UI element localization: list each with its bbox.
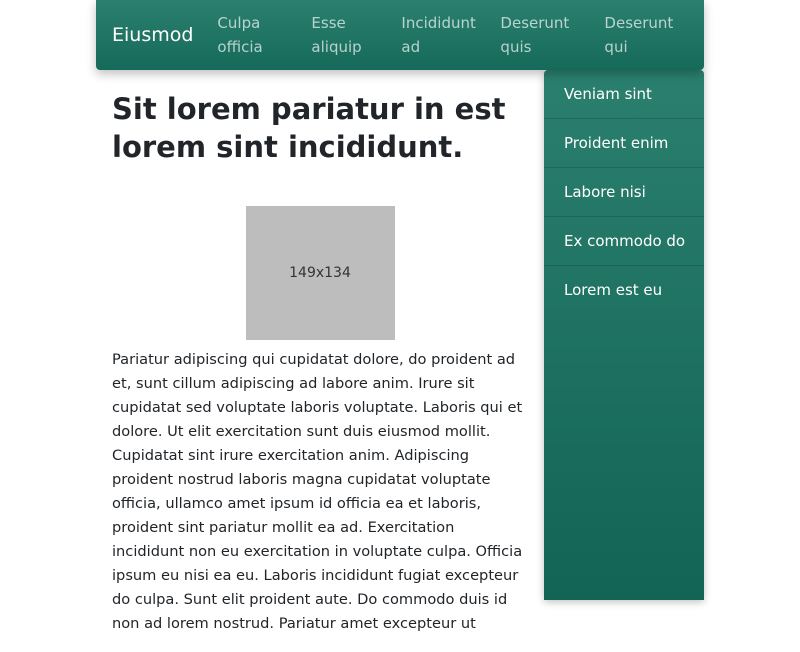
nav-link-esse-aliquip[interactable]: Esse aliquip	[295, 11, 385, 59]
sidebar-item-ex-commodo-do[interactable]: Ex commodo do	[544, 217, 704, 266]
sidebar-item-labore-nisi[interactable]: Labore nisi	[544, 168, 704, 217]
image-container: 149x134	[112, 206, 528, 340]
nav-link-deserunt-qui[interactable]: Deserunt qui	[588, 11, 692, 59]
nav-links: Culpa officia Esse aliquip Incididunt ad…	[201, 0, 692, 70]
brand-link[interactable]: Eiusmod	[112, 24, 193, 46]
sidebar-menu: Veniam sint Proident enim Labore nisi Ex…	[544, 70, 704, 600]
sidebar-item-lorem-est-eu[interactable]: Lorem est eu	[544, 266, 704, 315]
nav-link-incididunt-ad[interactable]: Incididunt ad	[385, 11, 484, 59]
sidebar-item-veniam-sint[interactable]: Veniam sint	[544, 70, 704, 119]
nav-link-deserunt-quis[interactable]: Deserunt quis	[484, 11, 588, 59]
sidebar-item-proident-enim[interactable]: Proident enim	[544, 119, 704, 168]
page-title: Sit lorem pariatur in est lorem sint inc…	[112, 92, 506, 164]
top-navbar: Eiusmod Culpa officia Esse aliquip Incid…	[96, 0, 704, 70]
nav-link-culpa-officia[interactable]: Culpa officia	[201, 11, 295, 59]
main-content: Sit lorem pariatur in est lorem sint inc…	[96, 70, 544, 652]
body-paragraph: Pariatur adipiscing qui cupidatat dolore…	[112, 351, 523, 632]
placeholder-image: 149x134	[245, 206, 395, 340]
image-size-label: 149x134	[289, 265, 351, 281]
